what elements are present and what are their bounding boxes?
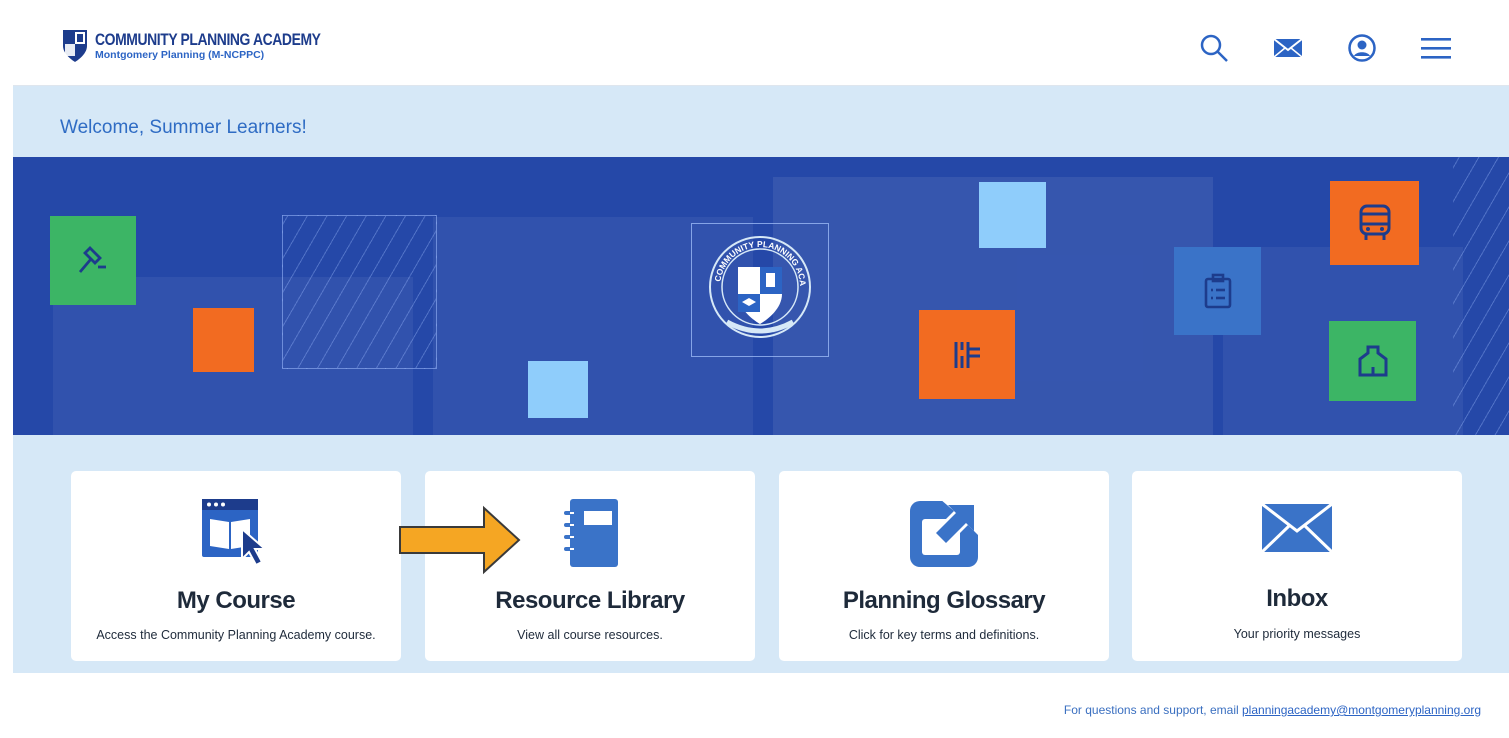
clipboard-icon	[1204, 273, 1231, 309]
yellow-arrow-pointer	[399, 505, 521, 575]
banner-hatch-right	[1453, 157, 1509, 435]
gavel-tile	[50, 216, 136, 305]
card-description: View all course resources.	[517, 628, 663, 642]
card-description: Click for key terms and definitions.	[848, 628, 1040, 642]
search-icon[interactable]	[1196, 30, 1232, 66]
card-description: Your priority messages	[1233, 627, 1361, 641]
envelope-icon-wrap	[1132, 501, 1462, 573]
house-outline-icon	[1358, 345, 1387, 377]
card-planning-glossary[interactable]: Planning Glossary Click for key terms an…	[779, 471, 1109, 661]
orange-square	[193, 308, 254, 372]
academy-shield-icon	[63, 30, 87, 62]
external-link-icon	[910, 499, 980, 567]
card-title: Resource Library	[495, 587, 685, 614]
academy-seal-icon: COMMUNITY PLANNING ACADEMY	[705, 232, 811, 338]
academy-seal-frame: COMMUNITY PLANNING ACADEMY	[691, 223, 829, 357]
notebook-icon	[564, 499, 618, 567]
card-description: Access the Community Planning Academy co…	[96, 628, 376, 642]
card-title: Inbox	[1266, 585, 1328, 612]
envelope-icon	[1260, 502, 1334, 554]
mail-icon[interactable]	[1270, 30, 1306, 66]
welcome-heading: Welcome, Summer Learners!	[60, 117, 307, 138]
clipboard-tile	[1174, 247, 1261, 335]
bus-icon	[1359, 204, 1390, 240]
card-title: My Course	[176, 587, 296, 614]
bus-tile	[1330, 181, 1419, 265]
site-logo[interactable]: COMMUNITY PLANNING ACADEMY Montgomery Pl…	[61, 28, 370, 64]
logo-title: COMMUNITY PLANNING ACADEMY	[95, 30, 321, 50]
user-account-icon[interactable]	[1344, 30, 1380, 66]
site-header: COMMUNITY PLANNING ACADEMY Montgomery Pl…	[13, 8, 1509, 86]
footer-text: For questions and support, email	[1063, 703, 1242, 717]
building-floorplan-tile	[919, 310, 1015, 399]
support-email-link[interactable]: planningacademy@montgomeryplanning.org	[1242, 703, 1481, 717]
course-book-cursor-icon-wrap	[71, 497, 401, 569]
gavel-icon	[78, 245, 106, 273]
external-link-icon-wrap	[779, 497, 1109, 569]
logo-subtitle: Montgomery Planning (M-NCPPC)	[95, 49, 265, 62]
house-tile	[1329, 321, 1416, 401]
hatched-frame	[282, 215, 437, 369]
light-blue-square	[979, 182, 1046, 248]
support-footer: For questions and support, email plannin…	[1064, 703, 1481, 717]
hero-banner: COMMUNITY PLANNING ACADEMY	[13, 157, 1509, 435]
card-title: Planning Glossary	[842, 587, 1046, 614]
light-blue-square	[528, 361, 588, 418]
building-floorplan-icon	[954, 341, 980, 368]
header-actions	[1196, 30, 1454, 66]
quick-links-section: My Course Access the Community Planning …	[13, 435, 1509, 673]
hamburger-menu-icon[interactable]	[1418, 30, 1454, 66]
welcome-strip: Welcome, Summer Learners!	[13, 86, 1509, 157]
card-my-course[interactable]: My Course Access the Community Planning …	[71, 471, 401, 661]
card-inbox[interactable]: Inbox Your priority messages	[1132, 471, 1462, 661]
course-book-cursor-icon	[202, 499, 268, 567]
